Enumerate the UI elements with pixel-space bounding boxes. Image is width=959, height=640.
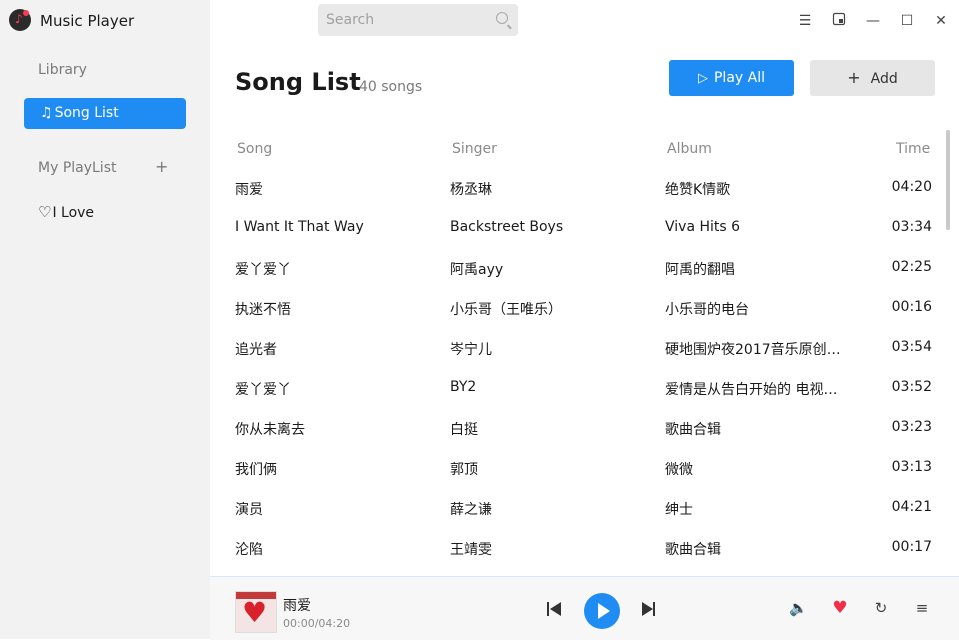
cell-album: 歌曲合辑 xyxy=(665,422,721,438)
table-row[interactable]: 爱丫爱丫 BY2 爱情是从告白开始的 电视… 03:52 xyxy=(235,368,935,408)
play-all-label: Play All xyxy=(713,70,765,86)
player-bar: ♥ 雨爱 00:00/04:20 🔈 ♥ ↻ ≡ xyxy=(210,576,959,640)
cell-song: 你从未离去 xyxy=(235,422,305,438)
cell-album: 硬地围炉夜2017音乐原创… xyxy=(665,342,841,358)
cell-singer: BY2 xyxy=(450,379,477,395)
cell-song: 爱丫爱丫 xyxy=(235,262,291,278)
sidebar-item-label: I Love xyxy=(52,205,95,221)
cell-singer: Backstreet Boys xyxy=(450,219,564,235)
play-all-button[interactable]: ▷ Play All xyxy=(669,60,794,96)
cell-song: I Want It That Way xyxy=(235,219,364,235)
cell-time: 03:13 xyxy=(891,459,932,475)
sidebar-section-my-playlist: My PlayList xyxy=(38,160,117,176)
table-row[interactable]: I Want It That Way Backstreet Boys Viva Hi… xyxy=(235,208,935,248)
column-header-song[interactable]: Song xyxy=(237,141,272,157)
page-title: Song List xyxy=(235,68,361,96)
search-input[interactable] xyxy=(318,4,486,36)
cell-time: 04:21 xyxy=(891,499,932,515)
cell-singer: 杨丞琳 xyxy=(450,182,492,198)
mini-mode-icon[interactable] xyxy=(830,12,848,30)
cell-album: 小乐哥的电台 xyxy=(665,302,749,318)
cell-song: 演员 xyxy=(235,502,263,518)
music-note-icon: ♫ xyxy=(40,105,53,121)
cell-time: 02:25 xyxy=(891,259,932,275)
table-row[interactable]: 雨爱 杨丞琳 绝赞K情歌 04:20 xyxy=(235,168,935,208)
now-playing-time: 00:00/04:20 xyxy=(283,617,351,630)
cell-time: 03:23 xyxy=(891,419,932,435)
play-outline-icon: ▷ xyxy=(697,71,708,86)
search-icon[interactable] xyxy=(496,12,508,24)
close-button[interactable]: ✕ xyxy=(932,12,950,30)
search-box xyxy=(318,4,518,36)
add-label: Add xyxy=(870,71,898,87)
cell-album: 阿禹的翻唱 xyxy=(665,262,735,278)
cell-time: 03:34 xyxy=(891,219,932,235)
repeat-icon[interactable]: ↻ xyxy=(872,599,890,617)
column-header-album[interactable]: Album xyxy=(667,141,712,157)
next-track-icon[interactable] xyxy=(639,601,657,619)
cell-album: 绝赞K情歌 xyxy=(665,182,731,198)
sidebar-item-label: Song List xyxy=(54,105,119,121)
favorite-heart-icon[interactable]: ♥ xyxy=(831,599,849,617)
table-row[interactable]: 你从未离去 白挺 歌曲合辑 03:23 xyxy=(235,408,935,448)
table-row[interactable]: 爱丫爱丫 阿禹ayy 阿禹的翻唱 02:25 xyxy=(235,248,935,288)
add-playlist-button[interactable]: + xyxy=(155,157,168,176)
cell-album: Viva Hits 6 xyxy=(665,219,741,235)
cell-time: 03:52 xyxy=(891,379,932,395)
cell-song: 追光者 xyxy=(235,342,277,358)
table-row[interactable]: 演员 薛之谦 绅士 04:21 xyxy=(235,488,935,528)
now-playing-title: 雨爱 xyxy=(283,598,311,614)
previous-track-icon[interactable] xyxy=(545,601,563,619)
sidebar-section-library: Library xyxy=(38,62,87,78)
cell-album: 微微 xyxy=(665,462,693,478)
cell-time: 00:17 xyxy=(891,539,932,555)
sidebar: ♪ Music Player Library ♫ Song List My Pla… xyxy=(0,0,210,639)
menu-icon[interactable]: ☰ xyxy=(796,12,814,30)
cell-singer: 小乐哥（王唯乐） xyxy=(450,302,562,318)
cell-singer: 阿禹ayy xyxy=(450,262,504,278)
table-row[interactable]: 我们俩 郭顶 微微 03:13 xyxy=(235,448,935,488)
cell-song: 执迷不悟 xyxy=(235,302,291,318)
cell-song: 沦陷 xyxy=(235,542,263,558)
cell-singer: 郭顶 xyxy=(450,462,478,478)
add-button[interactable]: + Add xyxy=(810,60,935,96)
cell-song: 我们俩 xyxy=(235,462,277,478)
sidebar-item-song-list[interactable]: ♫ Song List xyxy=(24,98,186,129)
cell-song: 爱丫爱丫 xyxy=(235,382,291,398)
cell-singer: 岑宁儿 xyxy=(450,342,492,358)
table-row[interactable]: 执迷不悟 小乐哥（王唯乐） 小乐哥的电台 00:16 xyxy=(235,288,935,328)
cell-album: 爱情是从告白开始的 电视… xyxy=(665,382,838,398)
table-row[interactable]: 追光者 岑宁儿 硬地围炉夜2017音乐原创… 03:54 xyxy=(235,328,935,368)
cell-album: 绅士 xyxy=(665,502,693,518)
minimize-button[interactable]: — xyxy=(864,12,882,30)
song-table: 雨爱 杨丞琳 绝赞K情歌 04:20 I Want It That Way Backstr… xyxy=(235,168,935,568)
maximize-button[interactable]: ☐ xyxy=(898,12,916,30)
play-button[interactable] xyxy=(584,593,620,629)
app-logo-icon: ♪ xyxy=(9,9,31,31)
table-row[interactable]: 沦陷 王靖雯 歌曲合辑 00:17 xyxy=(235,528,935,568)
app-title: Music Player xyxy=(40,12,135,30)
cell-singer: 王靖雯 xyxy=(450,542,492,558)
cell-singer: 白挺 xyxy=(450,422,478,438)
volume-icon[interactable]: 🔈 xyxy=(789,599,808,617)
column-header-singer[interactable]: Singer xyxy=(452,141,497,157)
playlist-queue-icon[interactable]: ≡ xyxy=(913,599,931,617)
cell-time: 00:16 xyxy=(891,299,932,315)
cell-time: 03:54 xyxy=(891,339,932,355)
scrollbar[interactable] xyxy=(946,130,950,230)
cell-song: 雨爱 xyxy=(235,182,263,198)
cell-singer: 薛之谦 xyxy=(450,502,492,518)
song-count: 40 songs xyxy=(359,79,423,95)
sidebar-item-i-love[interactable]: ♡I Love xyxy=(38,203,94,221)
cell-time: 04:20 xyxy=(891,179,932,195)
album-cover[interactable]: ♥ xyxy=(235,591,277,633)
heart-outline-icon: ♡ xyxy=(38,203,52,221)
column-header-time[interactable]: Time xyxy=(896,141,930,157)
cell-album: 歌曲合辑 xyxy=(665,542,721,558)
plus-icon: + xyxy=(847,68,861,87)
